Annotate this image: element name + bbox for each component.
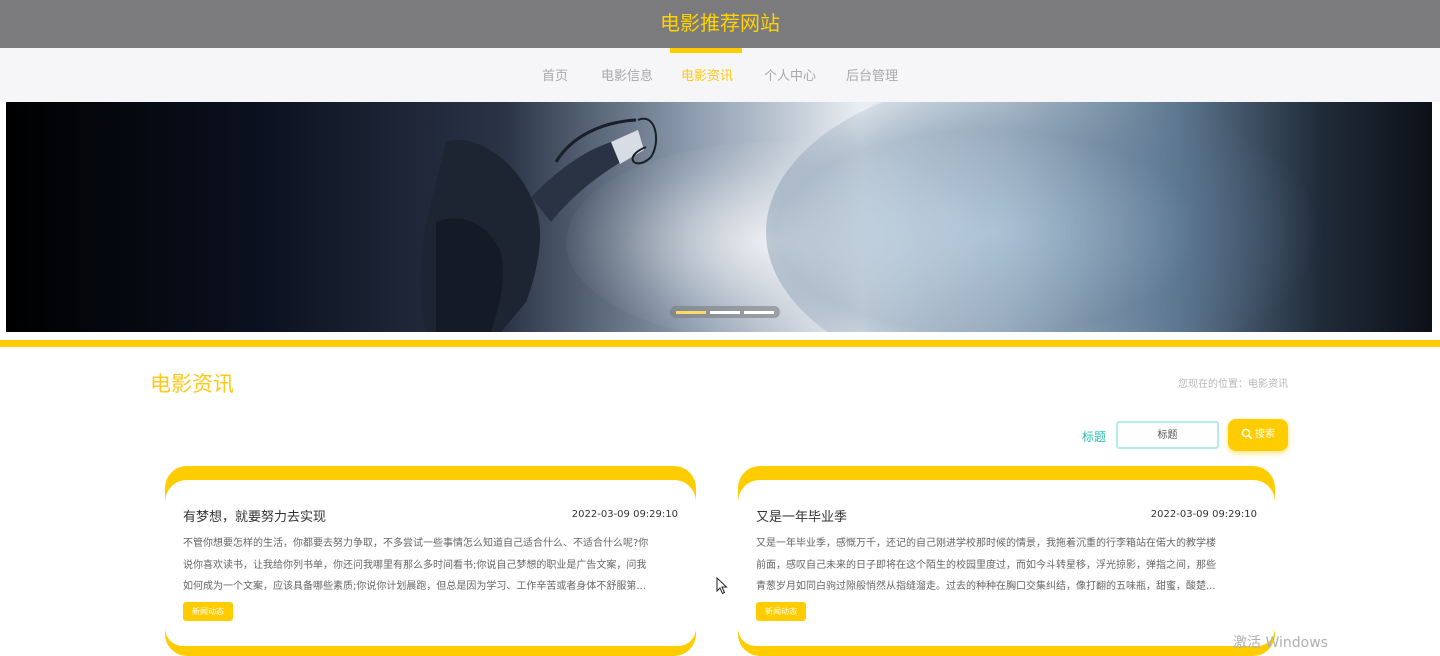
news-excerpt: 不管你想要怎样的生活，你都要去努力争取，不多尝试一些事情怎么知道自己适合什么、不… xyxy=(183,533,678,599)
news-excerpt-line: 前面，感叹自己未来的日子即将在这个陌生的校园里度过，而如今斗转星移，浮光掠影，弹… xyxy=(756,559,1216,571)
news-card-body: 有梦想，就要努力去实现 2022-03-09 09:29:10 不管你想要怎样的… xyxy=(165,480,696,646)
news-excerpt: 又是一年毕业季，感慨万千，还记的自己刚进学校那时候的情景，我拖着沉重的行李箱站在… xyxy=(756,533,1257,599)
news-category-tag[interactable]: 新闻动态 xyxy=(183,602,233,621)
news-title[interactable]: 又是一年毕业季 xyxy=(756,506,847,525)
carousel-dot-1[interactable] xyxy=(676,311,706,314)
carousel-dot-2[interactable] xyxy=(710,311,740,314)
search-input[interactable] xyxy=(1116,421,1219,449)
news-date: 2022-03-09 09:29:10 xyxy=(571,509,678,520)
search-icon xyxy=(1241,428,1253,440)
carousel-dot-3[interactable] xyxy=(744,311,774,314)
search-button-label: 搜索 xyxy=(1255,429,1275,440)
windows-activation-watermark: 激活 Windows xyxy=(1233,635,1328,651)
news-excerpt-line: 又是一年毕业季，感慨万千，还记的自己刚进学校那时候的情景，我拖着沉重的行李箱站在… xyxy=(756,538,1216,549)
news-category-tag[interactable]: 新闻动态 xyxy=(756,602,806,621)
mouse-cursor-icon xyxy=(716,577,728,595)
news-title[interactable]: 有梦想，就要努力去实现 xyxy=(183,506,326,525)
news-card[interactable]: 有梦想，就要努力去实现 2022-03-09 09:29:10 不管你想要怎样的… xyxy=(165,466,696,656)
banner-carousel[interactable] xyxy=(6,102,1432,332)
site-title: 电影推荐网站 xyxy=(660,11,780,35)
carousel-indicator xyxy=(670,306,780,318)
nav-active-indicator xyxy=(670,48,742,53)
news-excerpt-line: 说你喜欢读书，让我给你列书单，你还问我哪里有那么多时间看书;你说自己梦想的职业是… xyxy=(183,559,647,571)
banner-earth-haze xyxy=(766,102,1326,332)
nav-item-admin[interactable]: 后台管理 xyxy=(846,66,898,88)
main-nav: 首页 电影信息 电影资讯 个人中心 后台管理 xyxy=(0,48,1440,102)
news-excerpt-line: 青葱岁月如同白驹过隙般悄然从指缝溜走。过去的种种在胸口交集纠结，像打翻的五味瓶，… xyxy=(756,581,1216,592)
news-card-body: 又是一年毕业季 2022-03-09 09:29:10 又是一年毕业季，感慨万千… xyxy=(738,480,1275,646)
news-card[interactable]: 又是一年毕业季 2022-03-09 09:29:10 又是一年毕业季，感慨万千… xyxy=(738,466,1275,656)
search-label: 标题 xyxy=(1082,430,1107,444)
nav-item-movie-info[interactable]: 电影信息 xyxy=(601,66,653,88)
news-excerpt-line: 不管你想要怎样的生活，你都要去努力争取，不多尝试一些事情怎么知道自己适合什么、不… xyxy=(183,538,649,549)
breadcrumb: 您现在的位置：电影资讯 xyxy=(1178,379,1288,390)
news-date: 2022-03-09 09:29:10 xyxy=(1150,509,1257,520)
nav-item-movie-news[interactable]: 电影资讯 xyxy=(681,66,733,88)
page-title: 电影资讯 xyxy=(150,372,234,396)
astronaut-illustration xyxy=(420,117,658,332)
nav-item-personal-center[interactable]: 个人中心 xyxy=(764,66,816,88)
search-button[interactable]: 搜索 xyxy=(1228,419,1288,451)
news-excerpt-line: 如何成为一个文案，应该具备哪些素质;你说你计划晨跑，但总是因为学习、工作辛苦或者… xyxy=(183,581,646,592)
section-divider xyxy=(0,340,1440,347)
nav-item-home[interactable]: 首页 xyxy=(542,66,568,88)
